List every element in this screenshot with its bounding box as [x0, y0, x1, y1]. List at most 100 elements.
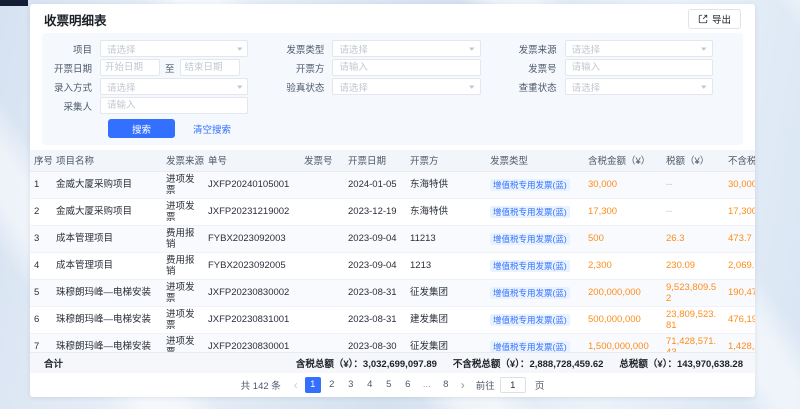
cell-date: 2023-12-19 — [344, 198, 406, 225]
end-date-input[interactable] — [180, 59, 240, 76]
project-select[interactable]: 请选择 ▾ — [100, 40, 248, 57]
cell-issuer: 1213 — [406, 252, 486, 279]
chevron-down-icon: ▾ — [237, 45, 242, 53]
page-button-2[interactable]: 2 — [324, 377, 340, 393]
select-placeholder: 请选择 — [572, 42, 601, 56]
dedup-status-select[interactable]: 请选择▾ — [565, 78, 713, 95]
search-button[interactable]: 搜索 — [108, 119, 175, 138]
cell-net: 190,476,190.48 — [724, 279, 755, 306]
cell-invoice_no — [300, 171, 344, 198]
cell-net: 30,000 — [724, 171, 755, 198]
invoice-type-tag: 增值税专用发票(蓝) — [490, 287, 570, 299]
summary-item-value: 3,032,699,097.89 — [363, 359, 437, 370]
cell-type: 增值税专用发票(蓝) — [486, 171, 584, 198]
summary-items: 含税总额（¥）：3,032,699,097.89 不含税总额（¥）：2,888,7… — [296, 356, 755, 370]
export-icon — [698, 14, 708, 24]
page-button-8[interactable]: 8 — [438, 377, 454, 393]
filter-field-entry-method: 录入方式请选择▾ — [42, 78, 274, 95]
cell-issuer: 建发集团 — [406, 306, 486, 333]
cell-type: 增值税专用发票(蓝) — [486, 252, 584, 279]
column-header-tax: 税额（¥） — [662, 150, 724, 171]
cell-order_no: JXFP20230830002 — [204, 279, 300, 306]
start-date-input[interactable] — [100, 59, 160, 76]
cell-order_no: JXFP20231219002 — [204, 198, 300, 225]
summary-item: 总税额（¥）：143,970,638.28 — [619, 356, 743, 370]
collector-input[interactable] — [100, 97, 248, 114]
column-header-amount: 含税金额（¥） — [584, 150, 662, 171]
summary-item-label: 不含税总额（¥）： — [453, 359, 530, 370]
pagination-ellipsis: ... — [419, 377, 435, 393]
select-placeholder: 请选择 — [107, 42, 136, 56]
cell-issuer: 东海特供 — [406, 198, 486, 225]
table-header-row: 序号项目名称发票来源单号发票号开票日期开票方发票类型含税金额（¥）税额（¥）不含… — [30, 150, 755, 171]
table-row[interactable]: 7珠穆朗玛峰—电梯安装进项发票JXFP202308300012023-08-30… — [30, 333, 755, 352]
cell-date: 2023-08-31 — [344, 279, 406, 306]
verify-status-select[interactable]: 请选择▾ — [332, 78, 480, 95]
cell-tax: -- — [662, 171, 724, 198]
cell-amount: 500,000,000 — [584, 306, 662, 333]
cell-source: 进项发票 — [162, 333, 204, 352]
cell-project: 金威大厦采购项目 — [52, 198, 162, 225]
table-row[interactable]: 2金威大厦采购项目进项发票JXFP202312190022023-12-19东海… — [30, 198, 755, 225]
summary-item: 不含税总额（¥）：2,888,728,459.62 — [453, 356, 604, 370]
cell-invoice_no — [300, 225, 344, 252]
entry-method-select[interactable]: 请选择▾ — [100, 78, 248, 95]
export-button-label: 导出 — [712, 12, 731, 26]
table-row[interactable]: 4成本管理项目费用报销FYBX20230920052023-09-041213增… — [30, 252, 755, 279]
page-button-3[interactable]: 3 — [343, 377, 359, 393]
cell-order_no: JXFP20230830001 — [204, 333, 300, 352]
column-header-source: 发票来源 — [162, 150, 204, 171]
export-button[interactable]: 导出 — [688, 9, 741, 29]
filter-field-label: 开票方 — [274, 61, 332, 75]
cell-source: 费用报销 — [162, 252, 204, 279]
cell-source: 进项发票 — [162, 306, 204, 333]
table-row[interactable]: 1金威大厦采购项目进项发票JXFP202401050012024-01-05东海… — [30, 171, 755, 198]
select-placeholder: 请选择 — [339, 80, 368, 94]
goto-page-suffix: 页 — [535, 378, 545, 392]
table-row[interactable]: 3成本管理项目费用报销FYBX20230920032023-09-0411213… — [30, 225, 755, 252]
issuer-input[interactable] — [332, 59, 480, 76]
filter-field-invoice-type: 发票类型请选择▾ — [274, 40, 506, 57]
cell-no: 7 — [30, 333, 52, 352]
cell-no: 2 — [30, 198, 52, 225]
clear-search-button[interactable]: 清空搜索 — [185, 119, 239, 138]
invoice-no-input[interactable] — [565, 59, 713, 76]
cell-invoice_no — [300, 252, 344, 279]
cell-invoice_no — [300, 279, 344, 306]
cell-no: 1 — [30, 171, 52, 198]
cell-project: 珠穆朗玛峰—电梯安装 — [52, 333, 162, 352]
cell-tax: 9,523,809.52 — [662, 279, 724, 306]
cell-type: 增值税专用发票(蓝) — [486, 306, 584, 333]
page-button-6[interactable]: 6 — [400, 377, 416, 393]
table-row[interactable]: 6珠穆朗玛峰—电梯安装进项发票JXFP202308310012023-08-31… — [30, 306, 755, 333]
filter-grid: 项目请选择▾发票类型请选择▾发票来源请选择▾开票日期至开票方发票号录入方式请选择… — [42, 40, 739, 114]
cell-invoice_no — [300, 333, 344, 352]
filter-actions: 搜索 清空搜索 — [108, 119, 739, 138]
invoice-type-select[interactable]: 请选择▾ — [332, 40, 480, 57]
top-left-corner — [0, 0, 28, 6]
invoice-source-select[interactable]: 请选择▾ — [565, 40, 713, 57]
cell-amount: 30,000 — [584, 171, 662, 198]
filter-field-label: 录入方式 — [42, 80, 100, 94]
goto-page-prefix: 前往 — [476, 378, 495, 392]
goto-page-input[interactable] — [500, 377, 526, 393]
cell-issuer: 征发集团 — [406, 333, 486, 352]
next-page-button[interactable]: › — [459, 379, 467, 391]
cell-project: 成本管理项目 — [52, 252, 162, 279]
invoice-type-tag: 增值税专用发票(蓝) — [490, 206, 570, 218]
cell-invoice_no — [300, 306, 344, 333]
page-button-1[interactable]: 1 — [305, 377, 321, 393]
cell-tax: -- — [662, 198, 724, 225]
summary-item-value: 143,970,638.28 — [677, 359, 743, 370]
summary-item: 含税总额（¥）：3,032,699,097.89 — [296, 356, 437, 370]
cell-invoice_no — [300, 198, 344, 225]
filter-field-label: 发票来源 — [507, 42, 565, 56]
invoice-type-tag: 增值税专用发票(蓝) — [490, 341, 570, 353]
page-button-5[interactable]: 5 — [381, 377, 397, 393]
cell-date: 2024-01-05 — [344, 171, 406, 198]
prev-page-button[interactable]: ‹ — [292, 379, 300, 391]
cell-type: 增值税专用发票(蓝) — [486, 225, 584, 252]
table-row[interactable]: 5珠穆朗玛峰—电梯安装进项发票JXFP202308300022023-08-31… — [30, 279, 755, 306]
cell-no: 5 — [30, 279, 52, 306]
page-button-4[interactable]: 4 — [362, 377, 378, 393]
